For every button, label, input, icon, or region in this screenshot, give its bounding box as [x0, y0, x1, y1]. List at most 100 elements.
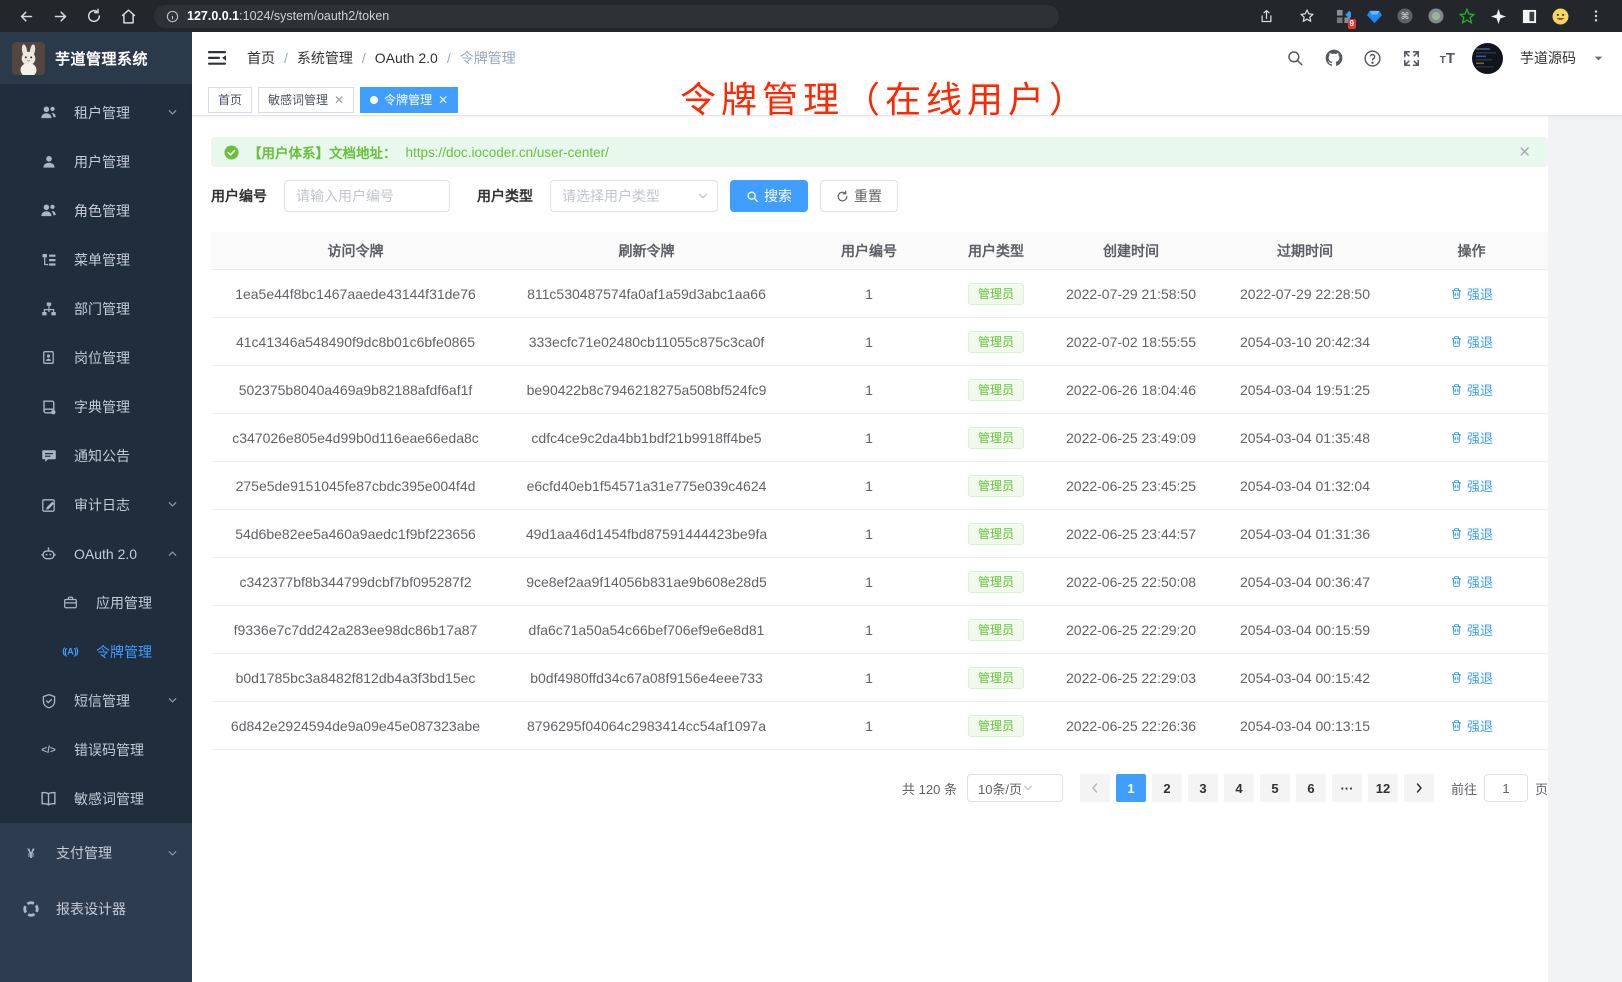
sidebar-item-pay[interactable]: ¥ 支付管理: [0, 825, 192, 881]
access-token-cell: c347026e805e4d99b0d116eae66eda8c: [211, 430, 500, 446]
page-1-button[interactable]: 1: [1116, 774, 1146, 802]
extension-dot-icon[interactable]: [1427, 7, 1445, 25]
access-token-cell: 275e5de9151045fe87cbdc395e004f4d: [211, 478, 500, 494]
page-12-button[interactable]: 12: [1368, 774, 1398, 802]
force-logout-button[interactable]: 强退: [1450, 620, 1493, 639]
user-type-badge: 管理员: [968, 331, 1024, 353]
breadcrumb-item[interactable]: OAuth 2.0: [375, 50, 438, 66]
fullscreen-icon[interactable]: [1401, 47, 1423, 69]
extension-star-icon[interactable]: [1458, 7, 1476, 25]
reset-button[interactable]: 重置: [820, 180, 898, 212]
sidebar-item-oauth2-app[interactable]: 应用管理: [0, 578, 192, 627]
sidebar-item-errcode[interactable]: </> 错误码管理: [0, 725, 192, 774]
github-icon[interactable]: [1323, 47, 1345, 69]
back-icon[interactable]: [12, 3, 40, 29]
sidebar-item-user[interactable]: 用户管理: [0, 137, 192, 186]
force-logout-button[interactable]: 强退: [1450, 716, 1493, 735]
sidebar-item-audit[interactable]: 审计日志: [0, 480, 192, 529]
page-size-select[interactable]: 10条/页: [967, 774, 1063, 802]
reload-icon[interactable]: [80, 3, 108, 29]
page-4-button[interactable]: 4: [1224, 774, 1254, 802]
refresh-token-cell: b0df4980ffd34c67a08f9156e4eee733: [500, 670, 793, 686]
sidebar-item-notice[interactable]: 通知公告: [0, 431, 192, 480]
extension-pinwheel-icon[interactable]: [1489, 7, 1507, 25]
tab-close-icon[interactable]: ✕: [438, 94, 448, 106]
top-navbar: 首页/系统管理/OAuth 2.0/令牌管理 TT 芋道源码: [192, 32, 1622, 84]
user-type-select[interactable]: 请选择用户类型: [550, 180, 718, 212]
created-at-cell: 2022-06-25 22:29:20: [1047, 622, 1215, 638]
bookmark-star-icon[interactable]: [1293, 3, 1321, 29]
sidebar-item-report[interactable]: 报表设计器: [0, 881, 192, 937]
browser-menu-icon[interactable]: [1582, 3, 1610, 29]
force-logout-button[interactable]: 强退: [1450, 524, 1493, 543]
tab-close-icon[interactable]: ✕: [334, 94, 344, 106]
address-bar[interactable]: 127.0.0.1:1024/system/oauth2/token: [154, 5, 1059, 28]
alert-close-icon[interactable]: ✕: [1518, 143, 1535, 161]
page-3-button[interactable]: 3: [1188, 774, 1218, 802]
sidebar-item-sms[interactable]: 短信管理: [0, 676, 192, 725]
breadcrumb-item[interactable]: 系统管理: [297, 48, 353, 68]
app-logo-row[interactable]: 芋道管理系统: [0, 32, 192, 84]
svg-text:(A): (A): [64, 647, 77, 657]
page-6-button[interactable]: 6: [1296, 774, 1326, 802]
force-logout-button[interactable]: 强退: [1450, 284, 1493, 303]
goto-page-input[interactable]: [1484, 774, 1528, 802]
tab-sensitive-word[interactable]: 敏感词管理 ✕: [258, 87, 354, 113]
emoji-avatar-icon[interactable]: [1551, 7, 1569, 25]
sidebar-item-role[interactable]: 角色管理: [0, 186, 192, 235]
column-header: 操作: [1395, 241, 1548, 261]
next-page-button[interactable]: [1404, 774, 1434, 802]
force-logout-button[interactable]: 强退: [1450, 476, 1493, 495]
sidebar-collapse-icon[interactable]: [207, 48, 229, 68]
sidebar-item-oauth2[interactable]: OAuth 2.0: [0, 529, 192, 578]
forward-icon[interactable]: [46, 3, 74, 29]
user-menu-caret-icon[interactable]: [1593, 53, 1604, 64]
home-icon[interactable]: [114, 3, 142, 29]
sidebar-item-sensitive[interactable]: 敏感词管理: [0, 774, 192, 823]
doc-link[interactable]: https://doc.iocoder.cn/user-center/: [406, 145, 609, 160]
sidebar-item-dept[interactable]: 部门管理: [0, 284, 192, 333]
sidebar-item-post[interactable]: 岗位管理: [0, 333, 192, 382]
page-more-button[interactable]: ···: [1332, 774, 1362, 802]
user-id-input[interactable]: [284, 180, 450, 212]
tab-home[interactable]: 首页: [208, 87, 252, 113]
force-logout-button[interactable]: 强退: [1450, 428, 1493, 447]
refresh-token-cell: 333ecfc71e02480cb11055c875c3ca0f: [500, 334, 793, 350]
user-id-cell: 1: [793, 526, 945, 542]
chevron-down-icon: [167, 848, 178, 859]
search-button[interactable]: 搜索: [730, 180, 808, 212]
browser-toolbar: 127.0.0.1:1024/system/oauth2/token 9 ⌘: [0, 0, 1622, 32]
font-size-icon[interactable]: TT: [1440, 50, 1455, 67]
prev-page-button[interactable]: [1080, 774, 1110, 802]
created-at-cell: 2022-06-25 22:26:36: [1047, 718, 1215, 734]
force-logout-button[interactable]: 强退: [1450, 332, 1493, 351]
force-logout-button[interactable]: 强退: [1450, 380, 1493, 399]
sidebar-item-oauth2-token[interactable]: (A) 令牌管理: [0, 627, 192, 676]
site-info-icon[interactable]: [166, 10, 179, 23]
user-name[interactable]: 芋道源码: [1520, 48, 1576, 68]
expires-at-cell: 2054-03-04 00:13:15: [1215, 718, 1395, 734]
chevron-down-icon: [167, 107, 178, 118]
created-at-cell: 2022-06-25 23:49:09: [1047, 430, 1215, 446]
user-avatar[interactable]: [1472, 43, 1503, 74]
doc-alert: 【用户体系】文档地址： https://doc.iocoder.cn/user-…: [211, 137, 1548, 167]
force-logout-button[interactable]: 强退: [1450, 572, 1493, 591]
extension-panel-icon[interactable]: [1520, 7, 1538, 25]
sidebar-item-dict[interactable]: 字典管理: [0, 382, 192, 431]
sidebar-item-tenant[interactable]: 租户管理: [0, 88, 192, 137]
breadcrumb-item[interactable]: 首页: [247, 48, 275, 68]
force-logout-button[interactable]: 强退: [1450, 668, 1493, 687]
page-2-button[interactable]: 2: [1152, 774, 1182, 802]
sidebar-item-menu[interactable]: 菜单管理: [0, 235, 192, 284]
column-header: 访问令牌: [211, 241, 500, 261]
extension-command-icon[interactable]: ⌘: [1396, 7, 1414, 25]
search-icon[interactable]: [1284, 47, 1306, 69]
help-icon[interactable]: [1362, 47, 1384, 69]
access-token-cell: c342377bf8b344799dcbf7bf095287f2: [211, 574, 500, 590]
extension-gem-icon[interactable]: [1365, 7, 1383, 25]
tab-token[interactable]: 令牌管理 ✕: [360, 87, 458, 113]
share-icon[interactable]: [1252, 3, 1280, 29]
page-5-button[interactable]: 5: [1260, 774, 1290, 802]
table-row: 1ea5e44f8bc1467aaede43144f31de76 811c530…: [211, 270, 1548, 318]
extension-grid-icon[interactable]: 9: [1334, 7, 1352, 25]
